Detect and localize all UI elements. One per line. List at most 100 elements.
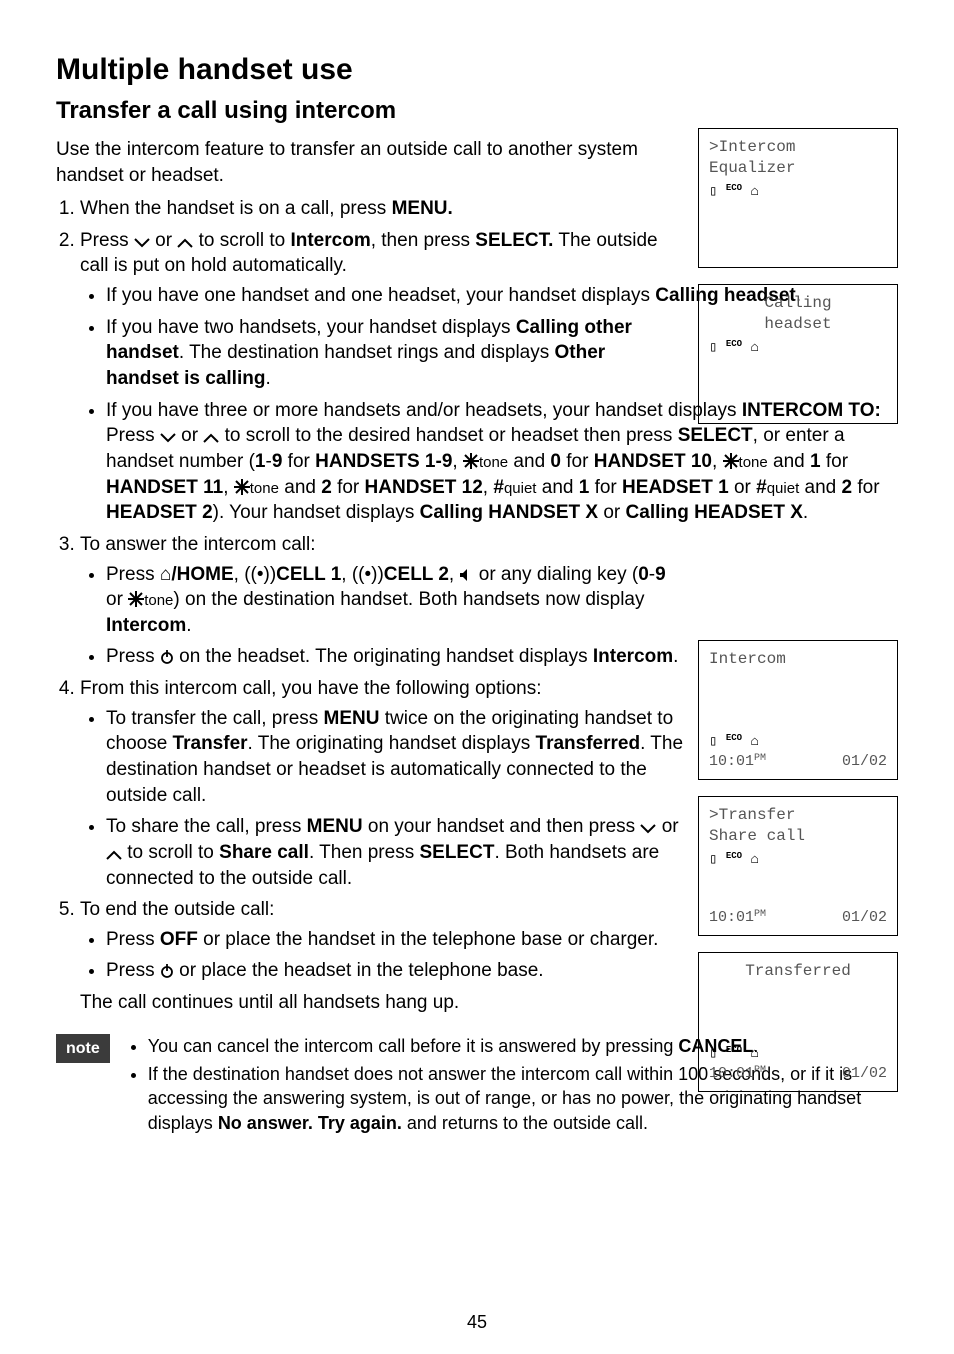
up-icon	[203, 433, 219, 443]
cell-2-label: CELL 2	[384, 564, 449, 585]
eco-icon: ECO	[726, 183, 742, 193]
star-icon	[723, 453, 739, 469]
transferred-label: Transferred	[536, 733, 641, 754]
handset-12-label: HANDSET 12	[365, 477, 483, 498]
s2b2-e: .	[265, 368, 270, 389]
menu-label: MENU.	[392, 198, 453, 219]
and-3: and	[279, 477, 321, 498]
home-small-icon: ⌂	[750, 1046, 758, 1062]
s2b3-e: to scroll to the desired handset or head…	[219, 425, 677, 446]
s4b2-a: To share the call, press	[106, 816, 307, 837]
note-2c: and returns to the outside call.	[402, 1113, 648, 1133]
and-4: and	[536, 477, 578, 498]
headset-1-label: HEADSET 1	[622, 477, 729, 498]
and-1: and	[508, 451, 550, 472]
lcd2-line1: Calling	[709, 293, 887, 314]
s3b2-b: on the headset. The originating handset …	[174, 646, 593, 667]
lcd4-line2: Share call	[709, 826, 887, 847]
lcd-transfer-menu: >Transfer Share call ▯ ECO ⌂ 10:01PM01/0…	[698, 796, 898, 936]
lcd3-date: 01/02	[842, 752, 887, 772]
calling-handset-x-label: Calling HANDSET X	[420, 502, 598, 523]
power-icon	[160, 964, 174, 978]
s3b2-a: Press	[106, 646, 160, 667]
comma-2: ,	[712, 451, 723, 472]
home-small-icon: ⌂	[750, 734, 758, 750]
step-2-bullet-2: If you have two handsets, your handset d…	[106, 315, 681, 392]
star-icon	[234, 479, 250, 495]
and-2: and	[768, 451, 810, 472]
comma-5: ,	[234, 564, 245, 585]
num-9: 9	[272, 451, 283, 472]
num-1b: 1	[810, 451, 821, 472]
or-4: or	[656, 816, 678, 837]
s4b2-c: on your handset and then press	[363, 816, 641, 837]
s5b2-b: or place the headset in the telephone ba…	[174, 960, 544, 981]
intro-text: Use the intercom feature to transfer an …	[56, 137, 666, 188]
step-4-bullet-2: To share the call, press MENU on your ha…	[106, 814, 686, 891]
comma-1: ,	[452, 451, 463, 472]
home-label: /HOME	[171, 564, 233, 585]
star-icon	[463, 453, 479, 469]
s5b1-a: Press	[106, 929, 160, 950]
lcd-intercom-menu: >Intercom Equalizer ▯ ECO ⌂	[698, 128, 898, 268]
note-tag: note	[56, 1034, 110, 1064]
down-icon	[640, 824, 656, 834]
for-2: for	[561, 451, 594, 472]
eco-icon: ECO	[726, 733, 742, 743]
step-3-pre: To answer the intercom call:	[80, 532, 680, 558]
handset-10-label: HANDSET 10	[594, 451, 712, 472]
select-label: SELECT.	[475, 230, 553, 251]
s3b1-a: Press	[106, 564, 160, 585]
power-icon	[160, 650, 174, 664]
eco-icon: ECO	[726, 339, 742, 349]
battery-icon: ▯	[709, 1046, 717, 1062]
off-label: OFF	[160, 929, 198, 950]
menu-label-3: MENU	[307, 816, 363, 837]
s3b2-d: .	[673, 646, 678, 667]
lcd5-date: 01/02	[842, 1064, 887, 1084]
for-5: for	[589, 477, 622, 498]
quiet-label-2: quiet	[767, 480, 800, 497]
quiet-label-1: quiet	[504, 480, 537, 497]
s3b1-h: or any dialing key (	[473, 564, 638, 585]
lcd-intercom-active: Intercom ▯ ECO ⌂ 10:01PM01/02	[698, 640, 898, 780]
home-small-icon: ⌂	[750, 852, 758, 868]
lcd5-ampm: PM	[754, 1065, 766, 1076]
note-1a: You can cancel the intercom call before …	[148, 1036, 679, 1056]
comma-6: ,	[341, 564, 352, 585]
lcd4-date: 01/02	[842, 908, 887, 928]
for-3: for	[821, 451, 848, 472]
battery-icon: ▯	[709, 184, 717, 200]
num-1: 1	[255, 451, 266, 472]
s4b2-e: to scroll to	[122, 842, 219, 863]
up-icon	[177, 238, 193, 248]
menu-label-2: MENU	[324, 708, 380, 729]
s2b3-d: or	[176, 425, 203, 446]
num-0: 0	[550, 451, 561, 472]
down-icon	[134, 238, 150, 248]
headset-2-label: HEADSET 2	[106, 502, 213, 523]
home-icon: ⌂	[160, 564, 171, 585]
s4b1-e: . The originating handset displays	[248, 733, 536, 754]
step-5-after: The call continues until all handsets ha…	[80, 990, 680, 1016]
star-icon	[128, 591, 144, 607]
page-number: 45	[0, 1310, 954, 1334]
section-title: Transfer a call using intercom	[56, 95, 898, 127]
page-title: Multiple handset use	[56, 50, 898, 91]
step-1-text: When the handset is on a call, press	[80, 198, 392, 219]
num-2: 2	[321, 477, 332, 498]
battery-icon: ▯	[709, 852, 717, 868]
s2b3-a: If you have three or more handsets and/o…	[106, 400, 742, 421]
num-2b: 2	[842, 477, 853, 498]
comma-7: ,	[449, 564, 460, 585]
lcd3-line1: Intercom	[709, 649, 887, 670]
tone-label-3: tone	[250, 480, 279, 497]
lcd5-line1: Transferred	[709, 961, 887, 982]
calling-headset-x-label: Calling HEADSET X	[626, 502, 803, 523]
lcd-column-bottom: Intercom ▯ ECO ⌂ 10:01PM01/02 >Transfer …	[698, 640, 898, 1108]
num-9b: 9	[655, 564, 666, 585]
tone-label-4: tone	[144, 592, 173, 609]
and-5: and	[799, 477, 841, 498]
s2b3-al: ). Your handset displays	[213, 502, 420, 523]
lcd-column-top: >Intercom Equalizer ▯ ECO ⌂ Calling head…	[698, 128, 898, 440]
